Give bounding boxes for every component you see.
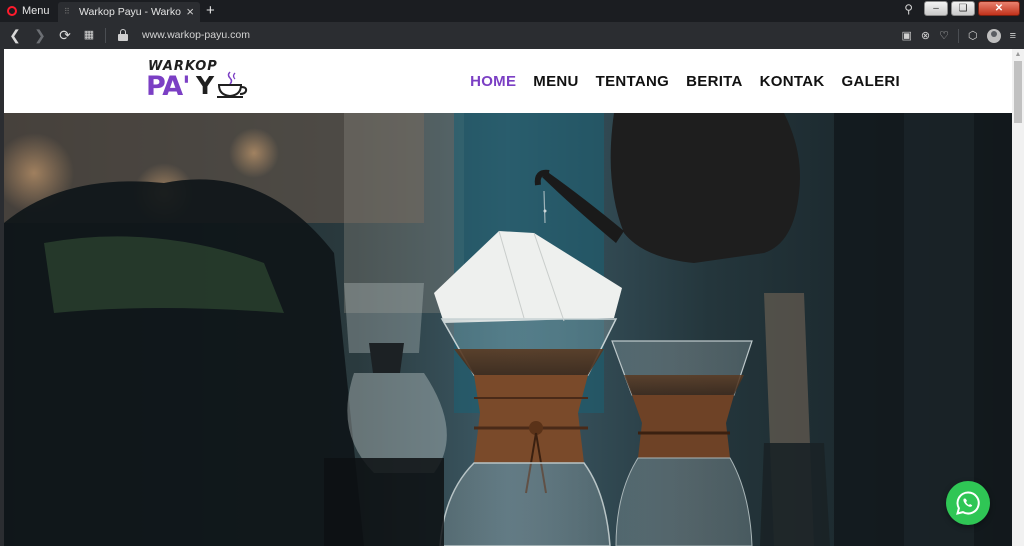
address-bar-actions: ▣ ⊗ ♡ ⬡ ≡ bbox=[901, 22, 1016, 49]
back-icon[interactable]: ❮ bbox=[5, 22, 25, 49]
site-header: WARKOP PA' Y HOME MENU TENTANG BERITA KO… bbox=[4, 49, 1012, 113]
tab-title: Warkop Payu - Warkop Pa bbox=[79, 6, 181, 18]
opera-logo-icon bbox=[7, 6, 17, 16]
new-tab-button[interactable]: + bbox=[206, 2, 215, 20]
address-bar: ❮ ❯ ⟳ ▦ www.warkop-payu.com ▣ ⊗ ♡ ⬡ ≡ bbox=[0, 22, 1024, 49]
nav-berita[interactable]: BERITA bbox=[686, 73, 743, 90]
restore-button[interactable]: ❏ bbox=[951, 1, 975, 16]
page-viewport: WARKOP PA' Y HOME MENU TENTANG BERITA KO… bbox=[4, 49, 1012, 546]
nav-home[interactable]: HOME bbox=[470, 73, 516, 90]
close-window-button[interactable]: ✕ bbox=[978, 1, 1020, 16]
scroll-thumb[interactable] bbox=[1014, 61, 1022, 123]
scroll-up-arrow-icon[interactable]: ▲ bbox=[1012, 49, 1024, 61]
tab-loading-icon: ⠿ bbox=[64, 7, 70, 16]
tab-search-icon[interactable]: ⚲ bbox=[904, 2, 913, 16]
tab-close-icon[interactable]: × bbox=[186, 5, 194, 18]
reload-icon[interactable]: ⟳ bbox=[55, 22, 75, 49]
nav-tentang[interactable]: TENTANG bbox=[596, 73, 669, 90]
whatsapp-button[interactable] bbox=[946, 481, 990, 525]
nav-galeri[interactable]: GALERI bbox=[842, 73, 900, 90]
nav-menu[interactable]: MENU bbox=[533, 73, 578, 90]
site-logo[interactable]: WARKOP PA' Y bbox=[146, 57, 250, 105]
coffee-pour-over-photo bbox=[4, 113, 1012, 546]
forward-icon[interactable]: ❯ bbox=[30, 22, 50, 49]
logo-y-text: Y bbox=[196, 71, 215, 100]
main-nav: HOME MENU TENTANG BERITA KONTAK GALERI bbox=[470, 49, 900, 113]
menu-label: Menu bbox=[22, 5, 50, 17]
whatsapp-icon bbox=[956, 491, 980, 515]
logo-pa-text: PA' bbox=[146, 71, 190, 102]
minimize-button[interactable]: – bbox=[924, 1, 948, 16]
speed-dial-icon[interactable]: ▦ bbox=[79, 22, 99, 49]
url-field[interactable]: www.warkop-payu.com bbox=[142, 22, 250, 49]
opera-menu-button[interactable]: Menu bbox=[2, 1, 54, 21]
lock-icon[interactable] bbox=[118, 29, 128, 41]
profile-avatar-icon[interactable] bbox=[986, 28, 1001, 43]
easy-setup-icon[interactable]: ≡ bbox=[1010, 30, 1016, 42]
snapshot-icon[interactable]: ▣ bbox=[901, 29, 911, 42]
browser-tab-strip: Menu ⠿ Warkop Payu - Warkop Pa × + ⚲ – ❏… bbox=[0, 0, 1024, 22]
nav-kontak[interactable]: KONTAK bbox=[760, 73, 825, 90]
adblock-icon[interactable]: ⊗ bbox=[921, 29, 930, 42]
hero-image bbox=[4, 113, 1012, 546]
toolbar-separator bbox=[957, 28, 959, 43]
extensions-cube-icon[interactable]: ⬡ bbox=[968, 29, 978, 42]
heart-icon[interactable]: ♡ bbox=[939, 29, 949, 42]
page-scrollbar[interactable]: ▲ bbox=[1012, 49, 1024, 546]
coffee-cup-icon bbox=[217, 71, 248, 98]
active-tab[interactable]: ⠿ Warkop Payu - Warkop Pa × bbox=[58, 2, 200, 22]
address-separator bbox=[105, 28, 106, 43]
window-controls: ⚲ – ❏ ✕ bbox=[904, 1, 1020, 16]
